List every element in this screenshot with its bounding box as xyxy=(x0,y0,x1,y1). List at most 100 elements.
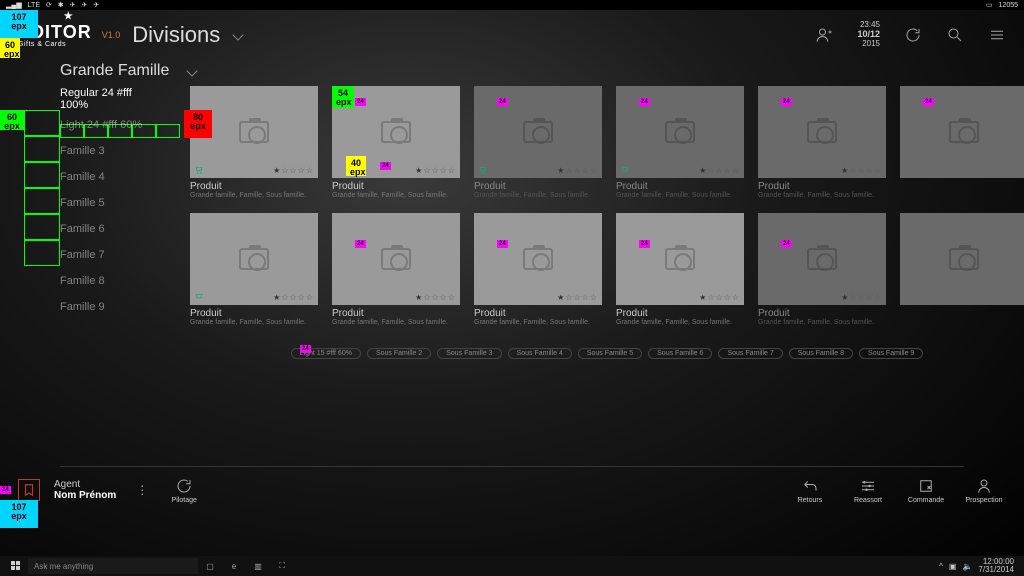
product-card[interactable]: ★☆☆☆☆ Produit Grande famille, Famille, S… xyxy=(616,86,744,199)
sidebar-item-famille-7[interactable]: Famille 7 xyxy=(18,242,160,268)
spec-badge: 24 xyxy=(355,240,366,248)
star-rating: ★☆☆☆☆ xyxy=(415,166,456,175)
signal-icon: ▂▄▆ xyxy=(6,2,22,9)
sidebar-item-famille-5[interactable]: Famille 5 xyxy=(18,190,160,216)
card-title: Produit xyxy=(616,181,744,192)
tray-network-icon[interactable]: ▣ xyxy=(949,562,957,571)
taskbar-search[interactable]: Ask me anything xyxy=(28,558,198,574)
family-sidebar: Regular 24 #fff 100% Light 24 #fff 60% F… xyxy=(0,86,160,466)
cart-icon xyxy=(194,165,204,175)
card-title: Produit xyxy=(616,308,744,319)
explorer-icon[interactable]: ▥ xyxy=(246,558,270,574)
camera-placeholder-icon xyxy=(665,121,695,143)
product-card[interactable]: ★☆☆☆☆ Produit Grande famille, Famille, S… xyxy=(190,86,318,199)
card-subtitle: Grande famille, Famille, Sous famille. xyxy=(474,319,602,326)
lte-text: LTE xyxy=(28,2,40,9)
product-card[interactable]: ★☆☆☆☆ Produit Grande famille, Famille, S… xyxy=(332,213,460,326)
camera-placeholder-icon xyxy=(807,248,837,270)
chip-sous-famille-8[interactable]: Sous Famille 8 xyxy=(789,348,853,359)
product-card[interactable]: ★☆☆☆☆ Produit Grande famille, Famille, S… xyxy=(190,213,318,326)
card-title: Produit xyxy=(190,181,318,192)
breadcrumb-divisions[interactable]: Divisions xyxy=(132,22,220,48)
more-menu-icon[interactable]: ⋮ xyxy=(136,483,148,497)
ie-icon[interactable]: e xyxy=(222,558,246,574)
sidebar-item-famille-2[interactable]: Light 24 #fff 60% xyxy=(18,112,160,138)
add-user-icon[interactable] xyxy=(815,26,833,44)
product-card[interactable]: ★☆☆☆☆ Produit Grande famille, Famille, S… xyxy=(616,213,744,326)
star-rating: ★☆☆☆☆ xyxy=(273,166,314,175)
prospection-button[interactable]: Prospection xyxy=(962,477,1006,504)
chevron-down-icon[interactable] xyxy=(186,65,197,76)
star-rating: ★☆☆☆☆ xyxy=(841,166,882,175)
task-view-icon[interactable]: ▢ xyxy=(198,558,222,574)
taskbar-clock[interactable]: 12:00:00 7/31/2014 xyxy=(978,558,1014,574)
card-subtitle: Grande famille, Famille, Sous famille. xyxy=(758,319,886,326)
spec-badge: 40 epx xyxy=(346,156,366,176)
sidebar-item-famille-1[interactable]: Regular 24 #fff 100% xyxy=(18,86,160,112)
chip-sous-famille-5[interactable]: Sous Famille 5 xyxy=(578,348,642,359)
chip-sous-famille-9[interactable]: Sous Famille 9 xyxy=(859,348,923,359)
chip-sous-famille-4[interactable]: Sous Famille 4 xyxy=(508,348,572,359)
cart-icon xyxy=(620,165,630,175)
plane-icon: ✈ xyxy=(70,2,76,9)
star-rating: ★☆☆☆☆ xyxy=(557,166,598,175)
pilotage-button[interactable]: Pilotage xyxy=(162,477,206,504)
product-card[interactable]: ★☆☆☆☆ Produit Grande famille, Famille, S… xyxy=(758,86,886,199)
search-icon[interactable] xyxy=(946,26,964,44)
commande-button[interactable]: Commande xyxy=(904,477,948,504)
plane-icon: ✈ xyxy=(93,2,99,9)
chip-sous-famille-3[interactable]: Sous Famille 3 xyxy=(437,348,501,359)
reassort-button[interactable]: Reassort xyxy=(846,477,890,504)
sidebar-item-famille-6[interactable]: Famille 6 xyxy=(18,216,160,242)
card-title: Produit xyxy=(758,181,886,192)
product-card[interactable] xyxy=(900,86,1024,199)
start-button[interactable] xyxy=(4,558,28,574)
product-card[interactable]: 54 epx 40 epx 24 ★☆☆☆☆ Produit Grande fa… xyxy=(332,86,460,199)
spec-badge: 24 xyxy=(497,240,508,248)
card-subtitle: Grande famille, Famille, Sous famille. xyxy=(474,192,602,199)
retours-button[interactable]: Retours xyxy=(788,477,832,504)
product-card[interactable]: ★☆☆☆☆ Produit Grande famille, Famille, S… xyxy=(474,213,602,326)
camera-placeholder-icon xyxy=(523,248,553,270)
spec-badge: 60 epx xyxy=(0,110,24,130)
spec-badge: 107 epx xyxy=(0,10,38,38)
camera-placeholder-icon xyxy=(949,248,979,270)
tray-volume-icon[interactable]: 🔈 xyxy=(962,562,972,571)
card-subtitle: Grande famille, Famille, Sous famille. xyxy=(616,192,744,199)
product-card[interactable] xyxy=(900,213,1024,326)
tray-up-icon[interactable]: ^ xyxy=(939,562,943,571)
chevron-down-icon[interactable] xyxy=(233,29,244,40)
chip-sous-famille-6[interactable]: Sous Famille 6 xyxy=(648,348,712,359)
spec-badge: 24 xyxy=(781,240,792,248)
star-rating: ★☆☆☆☆ xyxy=(841,293,882,302)
spec-badge: 24 xyxy=(639,98,650,106)
product-card[interactable]: R ★☆☆☆☆ Produit Grande famille, Famille,… xyxy=(474,86,602,199)
spec-badge: 24 xyxy=(639,240,650,248)
camera-placeholder-icon xyxy=(381,248,411,270)
bluetooth-icon: ✱ xyxy=(58,2,64,9)
star-rating: ★☆☆☆☆ xyxy=(557,293,598,302)
chip-sous-famille-7[interactable]: Sous Famille 7 xyxy=(718,348,782,359)
spec-badge: 24 xyxy=(0,486,11,494)
sidebar-item-famille-3[interactable]: Famille 3 xyxy=(18,138,160,164)
product-grid: ★☆☆☆☆ Produit Grande famille, Famille, S… xyxy=(160,86,1024,466)
store-icon[interactable]: ⛶ xyxy=(270,558,294,574)
sidebar-item-famille-8[interactable]: Famille 8 xyxy=(18,268,160,294)
product-card[interactable]: R ★☆☆☆☆ Produit Grande famille, Famille,… xyxy=(758,213,886,326)
agent-bookmark-icon[interactable] xyxy=(18,479,40,501)
sidebar-item-famille-4[interactable]: Famille 4 xyxy=(18,164,160,190)
camera-placeholder-icon xyxy=(239,248,269,270)
card-subtitle: Grande famille, Famille, Sous famille. xyxy=(332,319,460,326)
spec-badge: 54 epx xyxy=(332,86,354,108)
windows-taskbar[interactable]: Ask me anything ▢ e ▥ ⛶ ^ ▣ 🔈 12:00:00 7… xyxy=(0,556,1024,576)
menu-icon[interactable] xyxy=(988,26,1006,44)
sidebar-item-famille-9[interactable]: Famille 9 xyxy=(18,294,160,320)
star-rating: ★☆☆☆☆ xyxy=(273,293,314,302)
card-title: Produit xyxy=(332,308,460,319)
sub-header: Grande Famille xyxy=(0,60,1024,86)
chip-sous-famille-2[interactable]: Sous Famille 2 xyxy=(367,348,431,359)
cart-icon xyxy=(478,165,488,175)
breadcrumb-family[interactable]: Grande Famille xyxy=(60,62,169,79)
refresh-icon[interactable] xyxy=(904,26,922,44)
card-title: Produit xyxy=(190,308,318,319)
